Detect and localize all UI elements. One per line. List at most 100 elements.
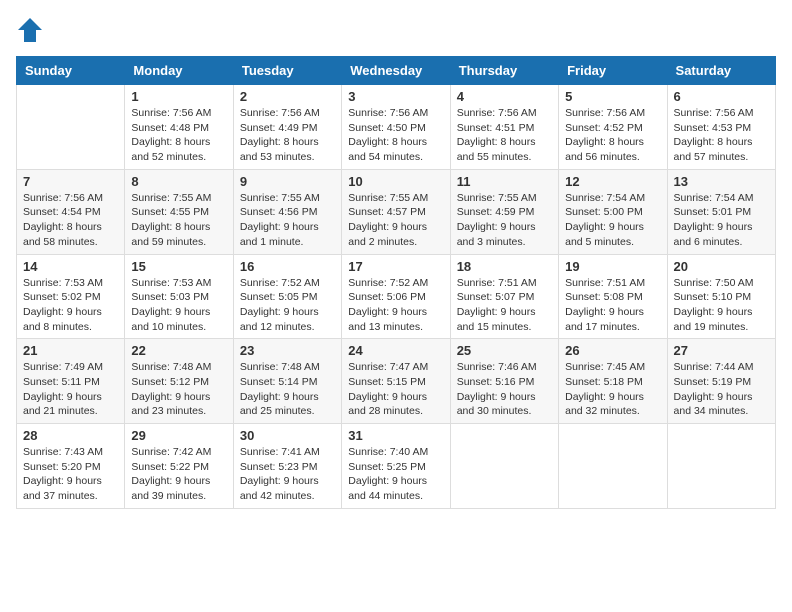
day-info: Sunrise: 7:55 AM Sunset: 4:59 PM Dayligh… [457, 191, 552, 250]
day-info: Sunrise: 7:50 AM Sunset: 5:10 PM Dayligh… [674, 276, 769, 335]
day-number: 14 [23, 259, 118, 274]
day-number: 31 [348, 428, 443, 443]
calendar-cell: 10Sunrise: 7:55 AM Sunset: 4:57 PM Dayli… [342, 169, 450, 254]
calendar-cell: 29 Sunrise: 7:42 AM Sunset: 5:22 PM Dayli… [125, 424, 233, 509]
calendar-cell [450, 424, 558, 509]
day-info: Sunrise: 7:55 AM Sunset: 4:57 PM Dayligh… [348, 191, 443, 250]
calendar-cell: 19 Sunrise: 7:51 AM Sunset: 5:08 PM Dayli… [559, 254, 667, 339]
calendar-cell: 1 Sunrise: 7:56 AM Sunset: 4:48 PM Daylig… [125, 85, 233, 170]
calendar-week-row: 14 Sunrise: 7:53 AM Sunset: 5:02 PM Dayli… [17, 254, 776, 339]
calendar-cell: 7 Sunrise: 7:56 AM Sunset: 4:54 PM Daylig… [17, 169, 125, 254]
logo [16, 16, 48, 44]
calendar-cell: 18Sunrise: 7:51 AM Sunset: 5:07 PM Dayli… [450, 254, 558, 339]
day-info: Sunrise: 7:55 AM Sunset: 4:56 PM Dayligh… [240, 191, 335, 250]
dow-header: Saturday [667, 57, 775, 85]
day-info: Sunrise: 7:54 AM Sunset: 5:00 PM Dayligh… [565, 191, 660, 250]
day-number: 17 [348, 259, 443, 274]
day-info: Sunrise: 7:52 AM Sunset: 5:06 PM Dayligh… [348, 276, 443, 335]
calendar-week-row: 7 Sunrise: 7:56 AM Sunset: 4:54 PM Daylig… [17, 169, 776, 254]
calendar-cell: 30 Sunrise: 7:41 AM Sunset: 5:23 PM Dayli… [233, 424, 341, 509]
calendar-week-row: 28Sunrise: 7:43 AM Sunset: 5:20 PM Dayli… [17, 424, 776, 509]
calendar-cell: 22Sunrise: 7:48 AM Sunset: 5:12 PM Dayli… [125, 339, 233, 424]
calendar-cell: 12 Sunrise: 7:54 AM Sunset: 5:00 PM Dayli… [559, 169, 667, 254]
day-number: 11 [457, 174, 552, 189]
calendar-week-row: 1 Sunrise: 7:56 AM Sunset: 4:48 PM Daylig… [17, 85, 776, 170]
day-number: 4 [457, 89, 552, 104]
calendar-cell: 8 Sunrise: 7:55 AM Sunset: 4:55 PM Daylig… [125, 169, 233, 254]
calendar-cell: 17 Sunrise: 7:52 AM Sunset: 5:06 PM Dayli… [342, 254, 450, 339]
day-info: Sunrise: 7:56 AM Sunset: 4:49 PM Dayligh… [240, 106, 335, 165]
calendar-cell: 25Sunrise: 7:46 AM Sunset: 5:16 PM Dayli… [450, 339, 558, 424]
dow-header: Friday [559, 57, 667, 85]
day-info: Sunrise: 7:56 AM Sunset: 4:54 PM Dayligh… [23, 191, 118, 250]
dow-header: Monday [125, 57, 233, 85]
day-number: 2 [240, 89, 335, 104]
calendar-cell: 15 Sunrise: 7:53 AM Sunset: 5:03 PM Dayli… [125, 254, 233, 339]
day-number: 19 [565, 259, 660, 274]
dow-header: Sunday [17, 57, 125, 85]
calendar-cell: 27 Sunrise: 7:44 AM Sunset: 5:19 PM Dayli… [667, 339, 775, 424]
day-info: Sunrise: 7:53 AM Sunset: 5:03 PM Dayligh… [131, 276, 226, 335]
day-number: 7 [23, 174, 118, 189]
calendar-cell: 23 Sunrise: 7:48 AM Sunset: 5:14 PM Dayli… [233, 339, 341, 424]
calendar-cell: 14 Sunrise: 7:53 AM Sunset: 5:02 PM Dayli… [17, 254, 125, 339]
day-number: 20 [674, 259, 769, 274]
calendar-cell [667, 424, 775, 509]
day-info: Sunrise: 7:56 AM Sunset: 4:53 PM Dayligh… [674, 106, 769, 165]
calendar-cell: 3 Sunrise: 7:56 AM Sunset: 4:50 PM Daylig… [342, 85, 450, 170]
day-info: Sunrise: 7:49 AM Sunset: 5:11 PM Dayligh… [23, 360, 118, 419]
day-number: 18 [457, 259, 552, 274]
calendar-cell: 5Sunrise: 7:56 AM Sunset: 4:52 PM Daylig… [559, 85, 667, 170]
calendar-cell: 28Sunrise: 7:43 AM Sunset: 5:20 PM Dayli… [17, 424, 125, 509]
day-info: Sunrise: 7:56 AM Sunset: 4:51 PM Dayligh… [457, 106, 552, 165]
day-info: Sunrise: 7:51 AM Sunset: 5:08 PM Dayligh… [565, 276, 660, 335]
day-number: 21 [23, 343, 118, 358]
day-info: Sunrise: 7:43 AM Sunset: 5:20 PM Dayligh… [23, 445, 118, 504]
day-number: 26 [565, 343, 660, 358]
day-info: Sunrise: 7:56 AM Sunset: 4:52 PM Dayligh… [565, 106, 660, 165]
day-number: 25 [457, 343, 552, 358]
calendar-body: 1 Sunrise: 7:56 AM Sunset: 4:48 PM Daylig… [17, 85, 776, 509]
calendar-cell: 26Sunrise: 7:45 AM Sunset: 5:18 PM Dayli… [559, 339, 667, 424]
day-info: Sunrise: 7:56 AM Sunset: 4:48 PM Dayligh… [131, 106, 226, 165]
day-info: Sunrise: 7:41 AM Sunset: 5:23 PM Dayligh… [240, 445, 335, 504]
day-number: 29 [131, 428, 226, 443]
day-number: 8 [131, 174, 226, 189]
calendar-cell: 9 Sunrise: 7:55 AM Sunset: 4:56 PM Daylig… [233, 169, 341, 254]
day-number: 1 [131, 89, 226, 104]
day-number: 23 [240, 343, 335, 358]
day-number: 27 [674, 343, 769, 358]
day-number: 24 [348, 343, 443, 358]
day-info: Sunrise: 7:56 AM Sunset: 4:50 PM Dayligh… [348, 106, 443, 165]
calendar-cell: 21 Sunrise: 7:49 AM Sunset: 5:11 PM Dayli… [17, 339, 125, 424]
day-number: 15 [131, 259, 226, 274]
day-info: Sunrise: 7:53 AM Sunset: 5:02 PM Dayligh… [23, 276, 118, 335]
day-info: Sunrise: 7:44 AM Sunset: 5:19 PM Dayligh… [674, 360, 769, 419]
calendar-cell [17, 85, 125, 170]
day-info: Sunrise: 7:48 AM Sunset: 5:14 PM Dayligh… [240, 360, 335, 419]
dow-header: Wednesday [342, 57, 450, 85]
day-info: Sunrise: 7:42 AM Sunset: 5:22 PM Dayligh… [131, 445, 226, 504]
day-number: 3 [348, 89, 443, 104]
calendar-cell [559, 424, 667, 509]
calendar-cell: 11 Sunrise: 7:55 AM Sunset: 4:59 PM Dayli… [450, 169, 558, 254]
calendar-cell: 16Sunrise: 7:52 AM Sunset: 5:05 PM Dayli… [233, 254, 341, 339]
calendar-cell: 20 Sunrise: 7:50 AM Sunset: 5:10 PM Dayli… [667, 254, 775, 339]
day-number: 13 [674, 174, 769, 189]
calendar-table: SundayMondayTuesdayWednesdayThursdayFrid… [16, 56, 776, 509]
page-header [16, 16, 776, 44]
dow-header: Tuesday [233, 57, 341, 85]
calendar-cell: 24Sunrise: 7:47 AM Sunset: 5:15 PM Dayli… [342, 339, 450, 424]
calendar-week-row: 21 Sunrise: 7:49 AM Sunset: 5:11 PM Dayli… [17, 339, 776, 424]
day-info: Sunrise: 7:55 AM Sunset: 4:55 PM Dayligh… [131, 191, 226, 250]
day-number: 22 [131, 343, 226, 358]
calendar-cell: 4 Sunrise: 7:56 AM Sunset: 4:51 PM Daylig… [450, 85, 558, 170]
day-number: 12 [565, 174, 660, 189]
day-number: 30 [240, 428, 335, 443]
dow-header: Thursday [450, 57, 558, 85]
calendar-cell: 13Sunrise: 7:54 AM Sunset: 5:01 PM Dayli… [667, 169, 775, 254]
day-number: 6 [674, 89, 769, 104]
day-number: 9 [240, 174, 335, 189]
calendar-cell: 31Sunrise: 7:40 AM Sunset: 5:25 PM Dayli… [342, 424, 450, 509]
days-of-week-row: SundayMondayTuesdayWednesdayThursdayFrid… [17, 57, 776, 85]
